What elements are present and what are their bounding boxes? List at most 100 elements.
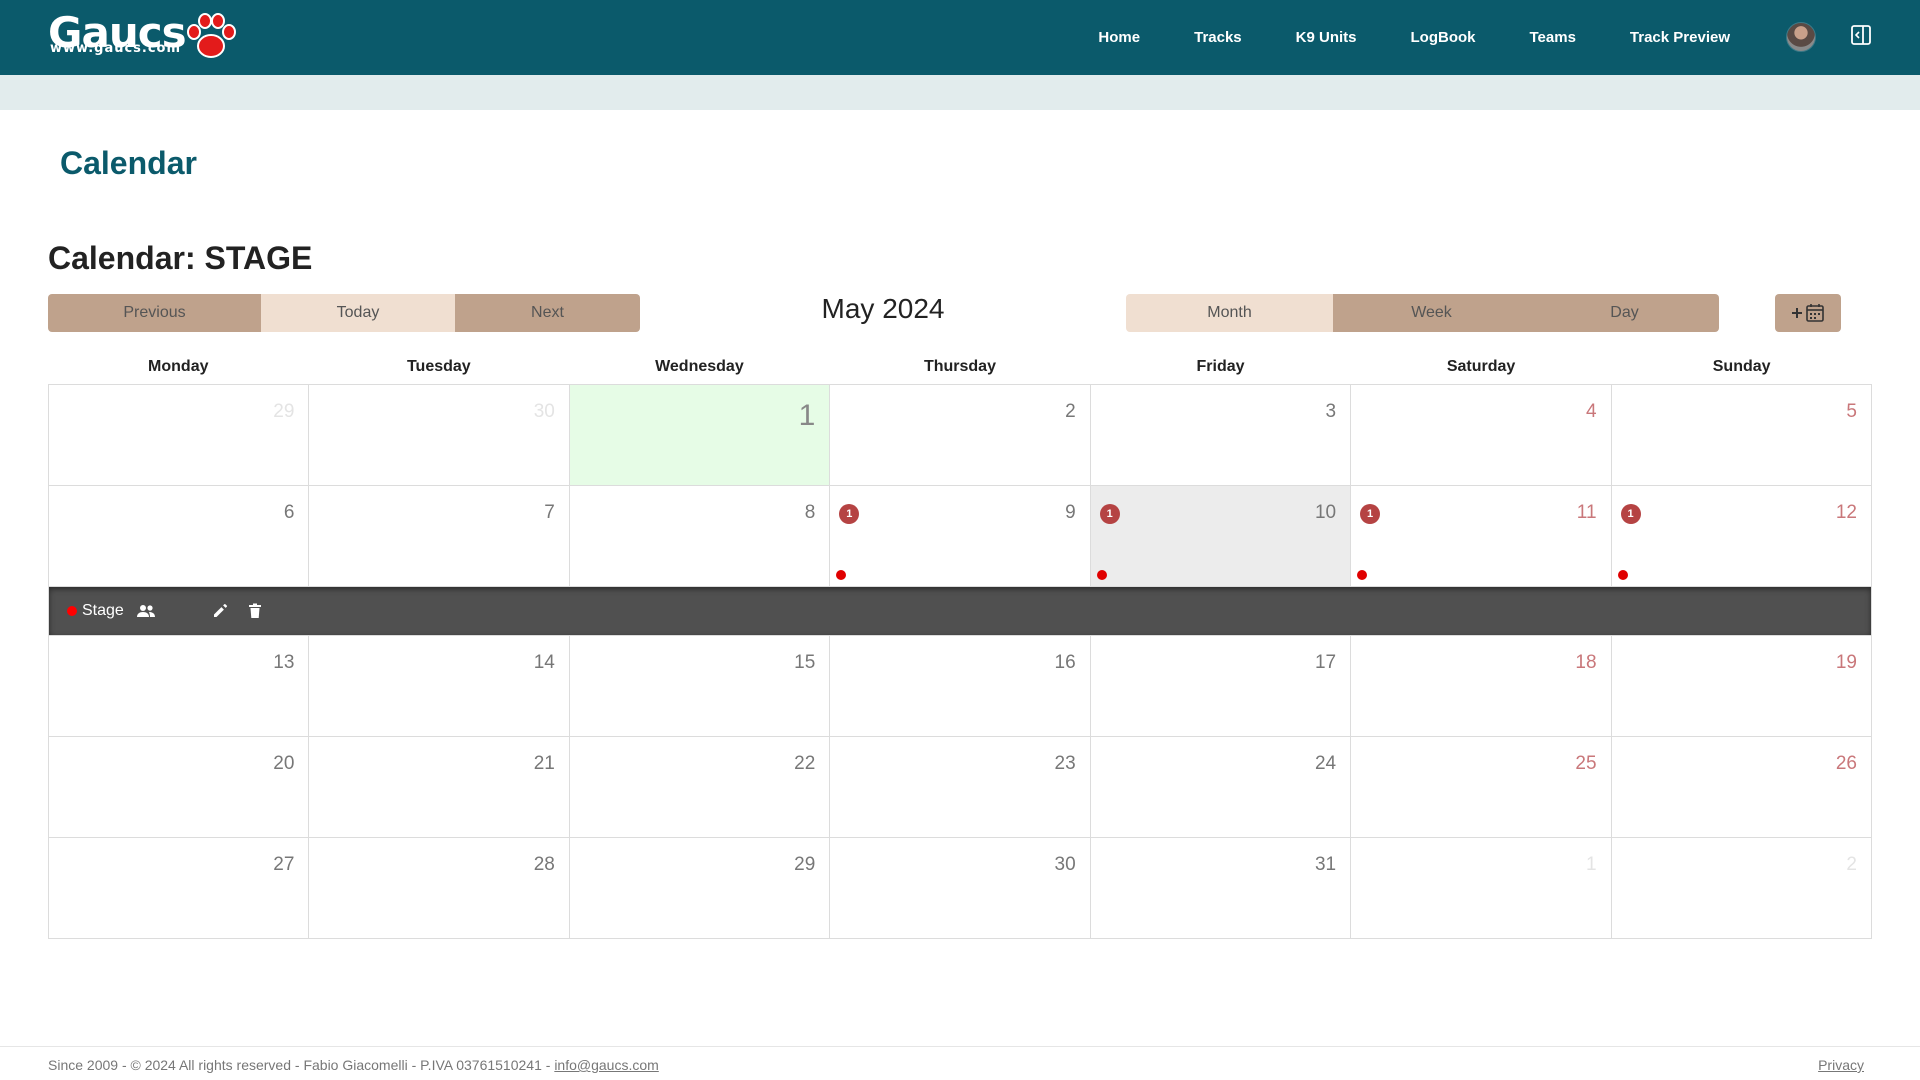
calendar-day-cell[interactable]: 29: [569, 838, 831, 939]
calendar-day-cell[interactable]: 6: [49, 486, 310, 587]
calendar-day-cell[interactable]: 5: [1611, 385, 1872, 486]
event-count-badge: 1: [1620, 504, 1641, 524]
nav-home[interactable]: Home: [1098, 29, 1140, 46]
nav-k9-units[interactable]: K9 Units: [1296, 29, 1357, 46]
next-button[interactable]: Next: [455, 294, 640, 332]
calendar-day-cell[interactable]: 27: [49, 838, 310, 939]
weekday-header-row: Monday Tuesday Wednesday Thursday Friday…: [48, 358, 1872, 384]
weekday-tuesday: Tuesday: [406, 358, 471, 375]
gaucs-logo[interactable]: Gaucs www.gaucs.com: [48, 8, 238, 66]
day-number: 4: [1585, 401, 1597, 422]
event-dot[interactable]: [1096, 570, 1107, 580]
event-count-badge: 1: [1360, 504, 1381, 524]
calendar-day-cell[interactable]: 24: [1090, 737, 1352, 838]
event-count-badge: 1: [1099, 504, 1120, 524]
edit-icon[interactable]: [212, 603, 228, 619]
calendar-day-cell[interactable]: 2: [830, 385, 1091, 486]
calendar-day-cell[interactable]: 30: [309, 385, 570, 486]
calendar-day-cell[interactable]: 23: [830, 737, 1091, 838]
calendar-day-cell[interactable]: 29: [49, 385, 310, 486]
calendar-day-cell[interactable]: 7: [309, 486, 570, 587]
calendar-day-cell[interactable]: 18: [1351, 636, 1612, 737]
calendar-day-cell[interactable]: 1: [569, 385, 831, 486]
footer-email-link[interactable]: info@gaucs.com: [554, 1057, 658, 1073]
calendar-day-cell[interactable]: 1: [1351, 838, 1612, 939]
calendar-day-cell[interactable]: 26: [1611, 737, 1872, 838]
weekday-saturday: Saturday: [1446, 358, 1516, 375]
calendar-day-cell[interactable]: 16: [830, 636, 1091, 737]
weekday-friday: Friday: [1196, 358, 1245, 375]
current-month-label: May 2024: [821, 293, 945, 324]
nav-teams[interactable]: Teams: [1530, 29, 1576, 46]
calendar-day-cell[interactable]: 2: [1611, 838, 1872, 939]
calendar-day-cell[interactable]: 21: [309, 737, 570, 838]
day-number: 2: [1065, 401, 1076, 422]
plus-calendar-icon: [1792, 304, 1824, 322]
subheader-bar: [0, 75, 1920, 110]
week-view-button[interactable]: Week: [1333, 294, 1530, 332]
calendar-week-row: 6 7 8 9 1 10 1 11 1 12 1: [49, 486, 1872, 587]
event-name[interactable]: Stage: [82, 602, 124, 620]
event-dot[interactable]: [836, 570, 847, 580]
calendar-week-row: 20 21 22 23 24 25 26: [49, 737, 1872, 838]
top-navbar: Gaucs www.gaucs.com Home Tracks K9 Units…: [0, 0, 1920, 75]
nav-logbook[interactable]: LogBook: [1411, 29, 1476, 46]
day-number: 29: [794, 854, 816, 875]
today-button[interactable]: Today: [261, 294, 455, 332]
sidebar-toggle-icon[interactable]: [1850, 24, 1872, 46]
calendar-day-cell[interactable]: 91: [830, 486, 1091, 587]
day-number: 26: [1835, 753, 1857, 774]
calendar-day-cell[interactable]: 11 1: [1351, 486, 1612, 587]
calendar-day-cell[interactable]: 28: [309, 838, 570, 939]
day-number: 8: [804, 502, 816, 523]
calendar-day-cell[interactable]: 15: [569, 636, 831, 737]
users-icon[interactable]: [136, 604, 156, 618]
calendar-day-cell[interactable]: 17: [1090, 636, 1352, 737]
calendar-day-cell[interactable]: 10 1: [1090, 486, 1352, 587]
day-number: 1: [1585, 854, 1597, 875]
calendar-day-cell[interactable]: 12 1: [1611, 486, 1872, 587]
day-number: 10: [1314, 502, 1337, 523]
trash-icon[interactable]: [248, 603, 262, 619]
day-number: 11: [1576, 502, 1597, 523]
day-number: 2: [1846, 854, 1857, 875]
paw-icon: [187, 13, 236, 58]
previous-button[interactable]: Previous: [48, 294, 261, 332]
calendar-day-cell[interactable]: 31: [1090, 838, 1352, 939]
calendar-day-cell[interactable]: 14: [309, 636, 570, 737]
calendar-grid: 29 30 1 2 3 4 5 6 7 8 9 1 10 1 11 1 12 1 Stage 13 14 15 16 17 18…: [48, 384, 1872, 939]
month-view-button[interactable]: Month: [1126, 294, 1333, 332]
add-event-button[interactable]: [1775, 294, 1841, 332]
calendar-day-cell[interactable]: 13: [49, 636, 310, 737]
calendar-day-cell[interactable]: 8: [569, 486, 831, 587]
day-number: 18: [1575, 652, 1597, 673]
calendar-day-cell[interactable]: 20: [49, 737, 310, 838]
calendar-day-cell[interactable]: 22: [569, 737, 831, 838]
footer-copyright-text: Since 2009 - © 2024 All rights reserved …: [48, 1057, 555, 1073]
day-number: 21: [533, 753, 555, 774]
calendar-day-cell[interactable]: 3: [1090, 385, 1352, 486]
day-number: 5: [1846, 401, 1857, 422]
calendar-day-cell[interactable]: 19: [1611, 636, 1872, 737]
event-dot[interactable]: [1617, 570, 1628, 580]
calendar-week-row: 13 14 15 16 17 18 19: [49, 636, 1872, 737]
user-avatar[interactable]: [1786, 22, 1816, 52]
weekday-thursday: Thursday: [923, 358, 996, 375]
day-number: 1: [798, 399, 816, 432]
nav-tracks[interactable]: Tracks: [1194, 29, 1242, 46]
day-number: 7: [544, 502, 555, 523]
day-view-button[interactable]: Day: [1530, 294, 1719, 332]
day-number: 28: [533, 854, 555, 875]
footer-privacy-link[interactable]: Privacy: [1818, 1057, 1864, 1073]
weekday-wednesday: Wednesday: [655, 358, 744, 375]
calendar-day-cell[interactable]: 4: [1351, 385, 1612, 486]
calendar-day-cell[interactable]: 25: [1351, 737, 1612, 838]
main-nav: Home Tracks K9 Units LogBook Teams Track…: [1044, 0, 1730, 75]
page-title: Calendar: [60, 145, 197, 181]
event-count-badge: 1: [839, 504, 860, 524]
day-number: 20: [273, 753, 295, 774]
event-dot[interactable]: [1357, 570, 1368, 580]
calendar-day-cell[interactable]: 30: [830, 838, 1091, 939]
event-color-dot: [67, 606, 77, 616]
nav-track-preview[interactable]: Track Preview: [1630, 29, 1730, 46]
